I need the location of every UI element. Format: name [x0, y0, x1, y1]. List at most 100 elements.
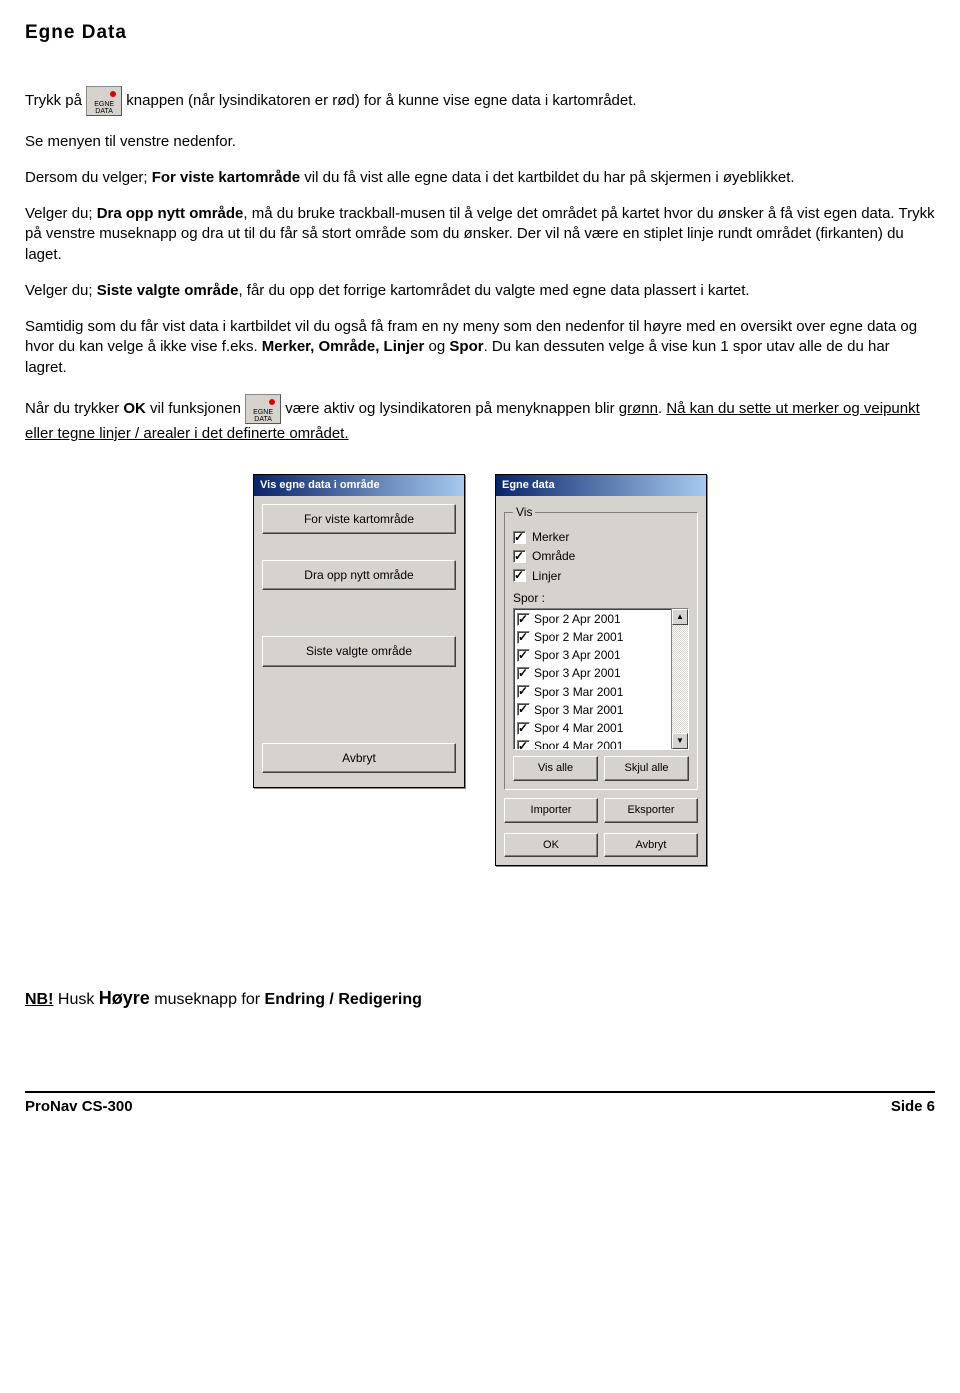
list-item-label: Spor 3 Mar 2001 — [534, 702, 623, 718]
for-viste-kartomrade-button[interactable]: For viste kartområde — [262, 504, 456, 534]
checkbox-icon — [517, 685, 530, 698]
text: Når du trykker — [25, 400, 123, 417]
text: Husk — [53, 991, 98, 1008]
list-item[interactable]: Spor 2 Mar 2001 — [515, 628, 670, 646]
avbryt-button[interactable]: Avbryt — [262, 743, 456, 773]
checkbox-merker-row[interactable]: Merker — [513, 529, 689, 545]
paragraph-6: Samtidig som du får vist data i kartbild… — [25, 317, 935, 378]
footer-right: Side 6 — [891, 1097, 935, 1117]
egne-data-icon-button: EGNE DATA — [245, 394, 281, 424]
skjul-alle-button[interactable]: Skjul alle — [604, 756, 689, 781]
list-item[interactable]: Spor 2 Apr 2001 — [515, 610, 670, 628]
text: vil du få vist alle egne data i det kart… — [300, 169, 794, 186]
red-indicator-icon — [269, 399, 275, 405]
bold-text: Dra opp nytt område — [97, 205, 244, 222]
scroll-down-icon[interactable]: ▼ — [672, 733, 688, 749]
text: museknapp for — [150, 991, 265, 1008]
scroll-track[interactable] — [672, 625, 688, 733]
list-item-label: Spor 2 Mar 2001 — [534, 629, 623, 645]
icon-label: EGNE DATA — [253, 409, 273, 423]
checkbox-icon — [517, 613, 530, 626]
spor-listbox[interactable]: Spor 2 Apr 2001 Spor 2 Mar 2001 Spor 3 A… — [513, 608, 689, 750]
text: og — [424, 338, 449, 355]
list-item-label: Spor 3 Apr 2001 — [534, 647, 621, 663]
list-item-label: Spor 2 Apr 2001 — [534, 611, 621, 627]
nb-label: NB! — [25, 991, 53, 1008]
checkbox-omrade-row[interactable]: Område — [513, 548, 689, 564]
paragraph-7: Når du trykker OK vil funksjonen EGNE DA… — [25, 394, 935, 444]
paragraph-2: Se menyen til venstre nedenfor. — [25, 132, 935, 152]
text: Trykk på — [25, 92, 86, 109]
spor-items: Spor 2 Apr 2001 Spor 2 Mar 2001 Spor 3 A… — [514, 609, 671, 749]
bold-text: For viste kartområde — [152, 169, 300, 186]
underline-text: grønn — [619, 400, 658, 417]
page-footer: ProNav CS-300 Side 6 — [25, 1091, 935, 1117]
bold-text: Siste valgte område — [97, 282, 239, 299]
list-item-label: Spor 3 Apr 2001 — [534, 665, 621, 681]
checkbox-icon — [517, 740, 530, 749]
list-item-label: Spor 3 Mar 2001 — [534, 684, 623, 700]
checkbox-linjer-row[interactable]: Linjer — [513, 568, 689, 584]
dra-opp-nytt-omrade-button[interactable]: Dra opp nytt område — [262, 560, 456, 590]
list-item-label: Spor 4 Mar 2001 — [534, 720, 623, 736]
text: vil funksjonen — [146, 400, 245, 417]
bold-text: Merker, Område, Linjer — [262, 338, 425, 355]
eksporter-button[interactable]: Eksporter — [604, 798, 698, 823]
checkbox-label: Område — [532, 548, 575, 564]
siste-valgte-omrade-button[interactable]: Siste valgte område — [262, 636, 456, 666]
list-item[interactable]: Spor 3 Apr 2001 — [515, 664, 670, 682]
list-item[interactable]: Spor 3 Mar 2001 — [515, 683, 670, 701]
list-item-label: Spor 4 Mar 2001 — [534, 738, 623, 749]
text: knappen (når lysindikatoren er rød) for … — [126, 92, 636, 109]
checkbox-label: Linjer — [532, 568, 561, 584]
paragraph-3: Dersom du velger; For viste kartområde v… — [25, 168, 935, 188]
paragraph-5: Velger du; Siste valgte område, får du o… — [25, 281, 935, 301]
vis-legend: Vis — [513, 504, 535, 520]
list-item[interactable]: Spor 4 Mar 2001 — [515, 737, 670, 749]
paragraph-4: Velger du; Dra opp nytt område, må du br… — [25, 204, 935, 265]
dialog-titlebar: Vis egne data i område — [254, 475, 464, 496]
list-item[interactable]: Spor 3 Apr 2001 — [515, 646, 670, 664]
checkbox-icon — [517, 703, 530, 716]
avbryt-button[interactable]: Avbryt — [604, 833, 698, 858]
icon-label: EGNE DATA — [94, 101, 114, 115]
egne-data-icon-button: EGNE DATA — [86, 86, 122, 116]
dialog-titlebar: Egne data — [496, 475, 706, 496]
text: Velger du; — [25, 205, 97, 222]
list-item[interactable]: Spor 4 Mar 2001 — [515, 719, 670, 737]
scroll-up-icon[interactable]: ▲ — [672, 609, 688, 625]
footer-left: ProNav CS-300 — [25, 1097, 133, 1117]
dialog-body: Vis Merker Område Linjer Spor : Spor 2 A… — [496, 496, 706, 865]
checkbox-icon — [513, 569, 526, 582]
checkbox-icon — [517, 722, 530, 735]
dialog-body: For viste kartområde Dra opp nytt område… — [254, 496, 464, 787]
note-line: NB! Husk Høyre museknapp for Endring / R… — [25, 986, 935, 1011]
ok-button[interactable]: OK — [504, 833, 598, 858]
bold-text: Endring / Redigering — [265, 991, 422, 1008]
checkbox-icon — [513, 531, 526, 544]
text: , får du opp det forrige kartområdet du … — [238, 282, 749, 299]
paragraph-1: Trykk på EGNE DATA knappen (når lysindik… — [25, 86, 935, 116]
dialog-egne-data: Egne data Vis Merker Område Linjer Spor … — [495, 474, 707, 866]
list-item[interactable]: Spor 3 Mar 2001 — [515, 701, 670, 719]
text: Velger du; — [25, 282, 97, 299]
checkbox-icon — [517, 649, 530, 662]
bold-text: Spor — [449, 338, 483, 355]
dialogs-container: Vis egne data i område For viste kartomr… — [25, 474, 935, 866]
bold-text: OK — [123, 400, 146, 417]
spor-label: Spor : — [513, 590, 689, 606]
vis-fieldset: Vis Merker Område Linjer Spor : Spor 2 A… — [504, 504, 698, 790]
checkbox-label: Merker — [532, 529, 569, 545]
scrollbar[interactable]: ▲ ▼ — [671, 609, 688, 749]
page-title: Egne Data — [25, 20, 935, 46]
red-indicator-icon — [110, 91, 116, 97]
importer-button[interactable]: Importer — [504, 798, 598, 823]
text: Dersom du velger; — [25, 169, 152, 186]
text: være aktiv og lysindikatoren på menyknap… — [285, 400, 619, 417]
emphasis-text: Høyre — [99, 988, 150, 1008]
vis-alle-button[interactable]: Vis alle — [513, 756, 598, 781]
checkbox-icon — [517, 631, 530, 644]
checkbox-icon — [513, 550, 526, 563]
checkbox-icon — [517, 667, 530, 680]
dialog-vis-egne-data: Vis egne data i område For viste kartomr… — [253, 474, 465, 788]
